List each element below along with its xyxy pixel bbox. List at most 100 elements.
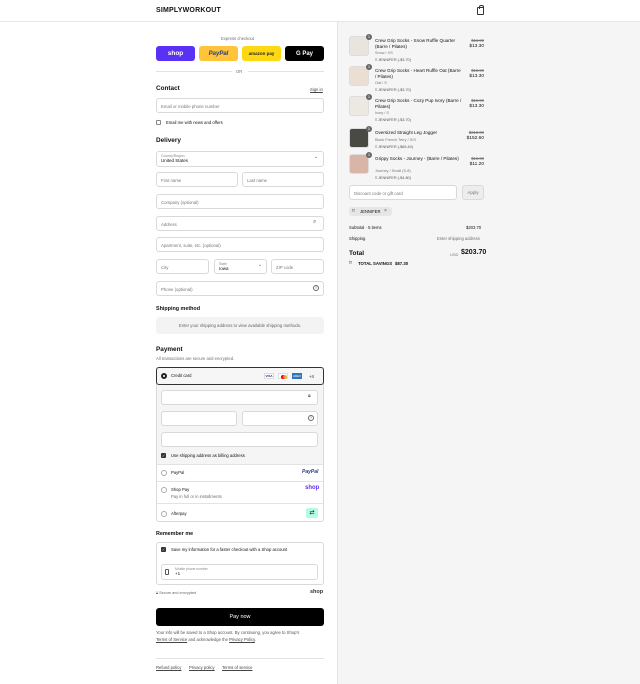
payment-subtitle: All transactions are secure and encrypte… xyxy=(156,356,235,361)
card-number-field[interactable] xyxy=(161,390,318,405)
quantity-badge: 1 xyxy=(366,34,372,40)
shop-pay-express-button[interactable]: shop xyxy=(156,46,195,61)
original-price: $218.00 xyxy=(468,130,484,135)
address-field[interactable]: Address xyxy=(156,216,324,231)
subtotal-value: $203.70 xyxy=(466,225,482,230)
sale-price: $152.60 xyxy=(466,136,484,141)
product-name: Crew Grip Socks - Heart Ruffle Oat (Barr… xyxy=(375,68,461,79)
discount-code-field[interactable]: Discount code or gift card xyxy=(349,185,457,200)
afterpay-label: Afterpay xyxy=(171,511,187,516)
quantity-badge: 1 xyxy=(366,94,372,100)
help-icon[interactable]: ? xyxy=(313,285,319,291)
apply-button[interactable]: Apply xyxy=(462,185,484,200)
remove-discount-icon[interactable]: × xyxy=(384,208,387,214)
product-discount-text: JENNIFER (-$4.80) xyxy=(378,176,411,180)
divider xyxy=(156,71,232,72)
quantity-badge: 1 xyxy=(366,126,372,132)
more-cards-badge: +4 xyxy=(309,374,314,379)
first-name-field[interactable]: First name xyxy=(156,172,238,187)
divider xyxy=(248,71,324,72)
product-variant: Ivory / S xyxy=(375,111,389,115)
afterpay-icon: ⇄ xyxy=(306,508,318,518)
original-price: $16.99 xyxy=(471,38,484,43)
shop-pay-radio[interactable] xyxy=(161,487,167,493)
paypal-radio[interactable] xyxy=(161,470,167,476)
payment-title: Payment xyxy=(156,346,183,353)
expiration-field[interactable] xyxy=(161,411,237,426)
divider xyxy=(157,464,323,465)
shop-privacy-link[interactable]: Privacy Policy xyxy=(229,637,255,642)
help-icon[interactable]: ? xyxy=(308,415,314,421)
quantity-badge: 1 xyxy=(366,64,372,70)
news-checkbox[interactable] xyxy=(156,120,161,125)
shipping-value: Enter shipping address xyxy=(437,236,480,241)
subtotal-label: Subtotal · 5 items xyxy=(349,225,382,230)
country-value: United States xyxy=(161,158,189,163)
terms-of-service-link[interactable]: Terms of service xyxy=(222,665,252,670)
total-label: Total xyxy=(349,250,365,257)
product-discount: ⌑ JENNIFER (-$3.70) xyxy=(375,118,411,122)
phone-icon xyxy=(165,569,169,575)
email-field[interactable]: Email or mobile phone number xyxy=(156,98,324,113)
product-discount-text: JENNIFER (-$65.40) xyxy=(378,145,414,149)
last-name-field[interactable]: Last name xyxy=(242,172,324,187)
pay-now-button[interactable]: Pay now xyxy=(156,608,324,626)
apartment-field[interactable]: Apartment, suite, etc. (optional) xyxy=(156,237,324,252)
store-logo[interactable]: SIMPLYWORKOUT xyxy=(156,7,221,14)
paypal-logo: PayPal xyxy=(302,469,319,475)
phone-field[interactable]: Phone (optional) xyxy=(156,281,324,296)
product-discount: ⌑ JENNIFER (-$4.80) xyxy=(375,176,411,180)
afterpay-radio[interactable] xyxy=(161,511,167,517)
shop-terms-link[interactable]: Terms of Service xyxy=(156,637,187,642)
zip-field[interactable]: ZIP code xyxy=(271,259,324,274)
chevron-down-icon: ⌄ xyxy=(258,262,263,268)
save-info-label: Save my information for a faster checkou… xyxy=(171,547,288,552)
legal-text-2: and acknowledge the xyxy=(188,636,228,642)
tag-icon: ⌑ xyxy=(352,208,355,214)
credit-card-label: Credit card xyxy=(171,373,192,378)
product-name: Crew Grip Socks - Cozy Pup Ivory (Barre … xyxy=(375,98,462,109)
credit-card-radio[interactable] xyxy=(161,373,167,379)
express-checkout-label: Express checkout xyxy=(221,36,255,41)
sign-in-link[interactable]: Sign in xyxy=(310,87,323,92)
shop-pay-subtitle: Pay in full or in installments xyxy=(171,494,222,499)
google-pay-button[interactable]: G Pay xyxy=(285,46,324,61)
mobile-phone-field[interactable]: Mobile phone number +1 xyxy=(161,564,318,580)
cart-bag-icon[interactable] xyxy=(477,5,484,15)
sale-price: $13.30 xyxy=(469,74,484,79)
city-field[interactable]: City xyxy=(156,259,209,274)
product-discount-text: JENNIFER (-$3.70) xyxy=(378,58,411,62)
legal-text-1: Your info will be saved to a Shop accoun… xyxy=(156,630,300,635)
paypal-express-button[interactable]: PayPal xyxy=(199,46,238,61)
country-select[interactable]: Country/Region United States xyxy=(156,151,324,167)
company-field[interactable]: Company (optional) xyxy=(156,194,324,209)
name-on-card-field[interactable] xyxy=(161,432,318,447)
original-price: $16.00 xyxy=(471,156,484,161)
product-variant: Snow / XS xyxy=(375,51,393,55)
shipping-method-title: Shipping method xyxy=(156,306,201,312)
legal-text: Your info will be saved to a Shop accoun… xyxy=(156,630,324,643)
security-code-field[interactable] xyxy=(242,411,318,426)
shop-pay-logo: shop xyxy=(305,485,320,491)
search-icon: ⌕ xyxy=(313,219,317,225)
original-price: $16.99 xyxy=(471,68,484,73)
privacy-policy-link[interactable]: Privacy policy xyxy=(189,665,215,670)
total-value: $203.70 xyxy=(461,249,487,256)
mobile-phone-value: +1 xyxy=(175,571,181,576)
refund-policy-link[interactable]: Refund policy xyxy=(156,665,181,670)
shop-pay-label: Shop Pay xyxy=(171,487,190,492)
currency-label: USD xyxy=(450,252,459,257)
billing-checkbox[interactable]: ✓ xyxy=(161,453,166,458)
contact-title: Contact xyxy=(156,85,180,92)
legal-period: . xyxy=(254,636,257,642)
delivery-title: Delivery xyxy=(156,137,181,144)
product-variant: Journey / Small (S-8) xyxy=(375,169,411,173)
product-variant: Oat / S xyxy=(375,81,387,85)
save-info-checkbox[interactable]: ✓ xyxy=(161,547,166,552)
amazon-pay-button[interactable]: amazon pay xyxy=(242,46,281,61)
product-discount: ⌑ JENNIFER (-$3.70) xyxy=(375,58,411,62)
or-separator: OR xyxy=(236,69,243,74)
secure-text: Secure and encrypted xyxy=(159,591,197,595)
total-savings-label: TOTAL SAVINGS xyxy=(358,261,393,266)
product-name: Grippy Socks - Journey - (Barre / Pilate… xyxy=(375,156,459,161)
